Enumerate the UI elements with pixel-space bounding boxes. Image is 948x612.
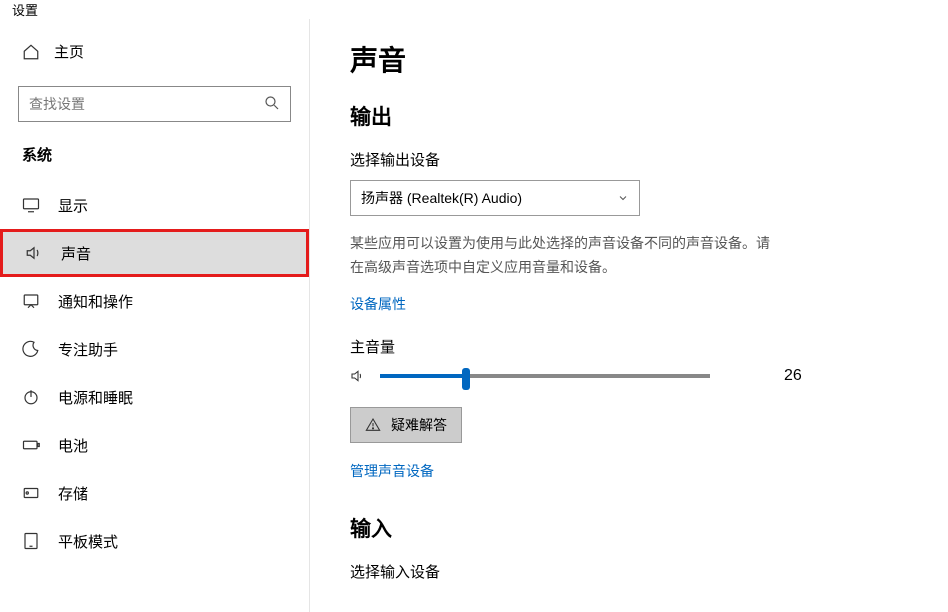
sidebar-item-label: 存储 [58, 483, 88, 504]
sidebar-item-notifications[interactable]: 通知和操作 [0, 277, 309, 325]
manage-devices-link[interactable]: 管理声音设备 [350, 461, 434, 481]
main-content: 声音 输出 选择输出设备 扬声器 (Realtek(R) Audio) 某些应用… [310, 19, 948, 612]
battery-icon [22, 438, 40, 452]
sidebar-item-display[interactable]: 显示 [0, 181, 309, 229]
slider-fill [380, 374, 466, 378]
volume-slider[interactable] [380, 374, 710, 378]
sidebar-item-power[interactable]: 电源和睡眠 [0, 373, 309, 421]
notification-icon [22, 292, 40, 310]
page-title: 声音 [350, 39, 908, 79]
sidebar-item-label: 声音 [61, 243, 91, 264]
slider-thumb[interactable] [462, 368, 470, 390]
tablet-icon [22, 532, 40, 550]
troubleshoot-button[interactable]: 疑难解答 [350, 407, 462, 443]
sidebar-item-label: 专注助手 [58, 339, 118, 360]
home-icon [22, 43, 40, 61]
volume-row: 26 [350, 367, 908, 385]
sidebar-item-sound[interactable]: 声音 [0, 229, 309, 277]
display-icon [22, 197, 40, 213]
focus-icon [22, 340, 40, 358]
warning-icon [365, 417, 381, 433]
output-device-select[interactable]: 扬声器 (Realtek(R) Audio) [350, 180, 640, 216]
home-link[interactable]: 主页 [0, 31, 309, 72]
sidebar-item-battery[interactable]: 电池 [0, 421, 309, 469]
output-heading: 输出 [350, 101, 908, 131]
window-titlebar: 设置 [0, 0, 948, 19]
device-properties-link[interactable]: 设备属性 [350, 294, 406, 314]
sound-icon [25, 244, 43, 262]
power-icon [22, 388, 40, 406]
sidebar: 主页 系统 显示 声音 通知和操作 [0, 19, 310, 612]
sidebar-item-focus[interactable]: 专注助手 [0, 325, 309, 373]
category-label: 系统 [0, 144, 309, 181]
search-icon [263, 94, 281, 112]
sidebar-item-label: 显示 [58, 195, 88, 216]
output-device-label: 选择输出设备 [350, 149, 908, 170]
input-device-label: 选择输入设备 [350, 561, 908, 582]
volume-label: 主音量 [350, 336, 908, 357]
sidebar-item-label: 电源和睡眠 [58, 387, 133, 408]
sidebar-item-tablet[interactable]: 平板模式 [0, 517, 309, 565]
troubleshoot-label: 疑难解答 [391, 415, 447, 435]
sidebar-item-label: 电池 [58, 435, 88, 456]
search-input[interactable] [18, 86, 291, 122]
sidebar-item-label: 通知和操作 [58, 291, 133, 312]
sidebar-item-label: 平板模式 [58, 531, 118, 552]
sidebar-item-storage[interactable]: 存储 [0, 469, 309, 517]
chevron-down-icon [617, 192, 629, 204]
output-device-value: 扬声器 (Realtek(R) Audio) [361, 188, 522, 208]
input-heading: 输入 [350, 513, 908, 543]
home-label: 主页 [54, 41, 84, 62]
search-container [18, 86, 291, 122]
window-title: 设置 [12, 0, 38, 19]
storage-icon [22, 484, 40, 502]
speaker-icon [350, 368, 366, 384]
volume-value: 26 [784, 367, 802, 385]
output-hint-text: 某些应用可以设置为使用与此处选择的声音设备不同的声音设备。请在高级声音选项中自定… [350, 232, 770, 280]
